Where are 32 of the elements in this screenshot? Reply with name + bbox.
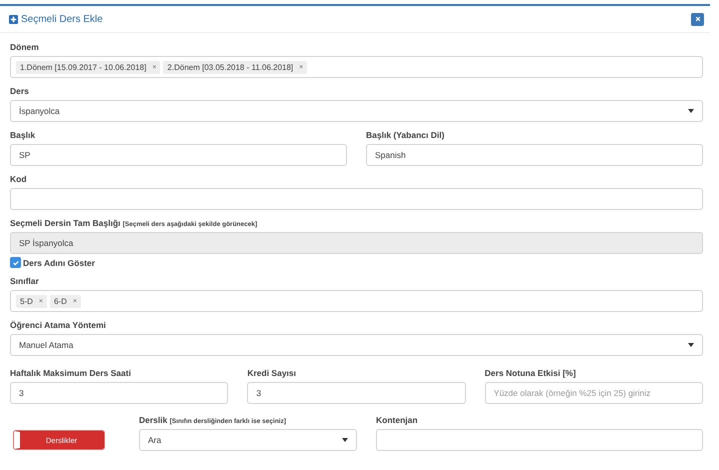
field-label: Başlık (10, 129, 36, 141)
show-course-name-checkbox[interactable]: Ders Adını Göster (10, 257, 95, 268)
field-label: Başlık (Yabancı Dil) (366, 129, 446, 141)
panel-title: Seçmeli Ders Ekle (9, 14, 103, 24)
close-icon (694, 16, 700, 22)
assignment-select[interactable]: Manuel Atama (10, 334, 703, 356)
field-label: Ders (10, 85, 30, 97)
field-label: Haftalık Maksimum Ders Saati (10, 367, 132, 379)
classroom-select[interactable]: Ara (139, 429, 357, 451)
title-field[interactable]: SP (10, 144, 347, 166)
close-button[interactable] (691, 12, 704, 26)
foreign-title-field[interactable]: Spanish (366, 144, 703, 166)
field-label: Kredi Sayısı (247, 367, 297, 379)
term-tag: 2.Dönem [03.05.2018 - 11.06.2018] (167, 62, 294, 72)
field-label: Öğrenci Atama Yöntemi (10, 319, 107, 331)
field-label: Dönem (10, 41, 40, 53)
field-label: Ders Notuna Etkisi [%] (484, 367, 577, 379)
field-label: Sınıflar (10, 275, 40, 287)
field-label: Kontenjan (376, 414, 419, 426)
term-tag: 1.Dönem [15.09.2017 - 10.06.2018] (20, 62, 146, 72)
check-icon (12, 258, 20, 266)
full-title-field[interactable]: SP İspanyolca (10, 232, 703, 254)
course-select[interactable]: İspanyolca (10, 100, 703, 122)
plus-icon (9, 14, 18, 24)
grade-effect-field[interactable]: Yüzde olarak (örneğin %25 için 25) giriniz (484, 382, 703, 404)
class-tag: 6-D (54, 296, 67, 306)
weekly-hours-field[interactable]: 3 (10, 382, 228, 404)
class-tag: 5-D (20, 296, 33, 306)
quota-field[interactable] (376, 429, 703, 451)
field-label: Kod (10, 173, 28, 185)
credit-field[interactable]: 3 (247, 382, 466, 404)
code-field[interactable] (10, 188, 703, 210)
